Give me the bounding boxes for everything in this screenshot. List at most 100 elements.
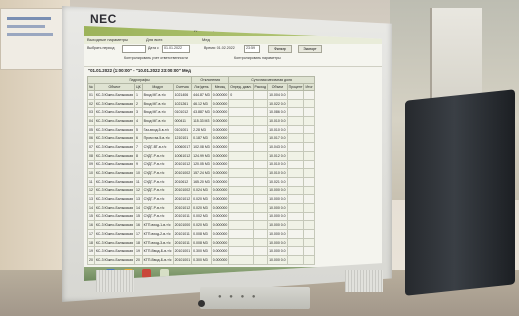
column-header[interactable]: № [87,83,95,91]
menu-item[interactable]: Мед [202,37,210,42]
table-cell: 10.000 0.0 [267,255,288,265]
table-cell [252,202,269,213]
table-cell [286,150,305,161]
table-cell: 1021406 [172,90,193,100]
checkbox-responsibility[interactable]: Контролировать учет ответственности [124,56,188,60]
date-from-input[interactable]: 01.01.2022 [162,45,190,53]
table-cell [252,220,269,230]
table-cell [228,246,254,257]
table-row[interactable]: 19 КС-3 Южно-Балыкская 19 КТП-Ввод-Б-в-т/с 2… [87,246,315,257]
table-row[interactable]: 12 КС-3 Южно-Балыкская 12 СУДГ-Р-в-т/с 20101… [87,185,315,196]
table-row[interactable]: 03 КС-3 Южно-Балыкская 3 Вход МГ-в-т/с 01010… [87,107,315,118]
table-cell [286,255,305,265]
table-row[interactable]: 13 КС-3 Южно-Балыкская 13 СУДГ-Р-в-т/с 20101… [87,194,315,204]
table-cell: КС-3 Южно-Балыкская [93,133,136,144]
table-cell [303,202,315,213]
table-cell: 115.33 М3 [191,116,212,126]
table-cell [303,159,315,170]
table-cell: 10.000 0.0 [267,202,288,213]
column-header[interactable]: Счетчик [172,83,193,91]
table-cell: 10.000 0.0 [267,220,288,230]
table-row[interactable]: 16 КС-3 Южно-Балыкская 16 КТП-вход-1-в-т/с 2… [87,220,315,230]
table-cell: 10.017 0.0 [267,133,288,144]
table-row[interactable]: 07 КС-3 Южно-Балыкская 7 СУДГ-ВТ-в-т/с 10060… [87,142,315,152]
table-cell: 46.12 М3 [191,98,212,109]
table-row[interactable]: 15 КС-3 Южно-Балыкская 15 СУДГ-Р-в-т/с 20101… [87,211,315,222]
table-cell: 20101012 [172,194,193,204]
column-header[interactable]: Расход [252,83,269,91]
table-row[interactable]: 11 КС-3 Южно-Балыкская 11 СУДГ-Р-в-т/с 20106… [87,176,315,187]
table-cell: СУДГ-Р-в-т/с [141,194,174,204]
table-cell: 0.008 М3 [191,237,212,248]
table-row[interactable]: 09 КС-3 Южно-Балыкская 9 СУДГ-Р-в-т/с 201010… [87,159,315,170]
time-input[interactable]: 23:59 [244,45,260,53]
table-cell: 0101001 [172,124,193,135]
table-cell: КС-3 Южно-Балыкская [93,229,136,239]
table-row[interactable]: 08 КС-3 Южно-Балыкская 8 СУДГ-Р-в-т/с 100610… [87,150,315,161]
column-header[interactable]: Процент [286,83,305,91]
column-header[interactable]: ЦК [134,83,143,91]
column-header[interactable]: Итог [303,83,315,91]
table-row[interactable]: 10 КС-3 Южно-Балыкская 10 СУДГ-Р-в-т/с 20101… [87,168,315,178]
table-cell: СУДГ-Р-в-т/с [141,202,174,213]
power-button[interactable] [198,300,205,307]
table-cell: 10.010 0.0 [267,116,288,126]
column-header[interactable]: Объем [267,83,288,91]
export-button[interactable]: Экспорт [298,45,322,53]
table-cell: 124.99 М3 [191,150,212,161]
filter-button[interactable]: Фильтр [268,45,292,53]
table-cell [228,211,254,222]
checkbox-parameters[interactable]: Контролировать параметры [234,56,281,60]
table-cell: СУДГ-Р-в-т/с [141,168,174,178]
table-cell: 15 [87,211,95,222]
table-cell [286,202,305,213]
monitor: NEC Диспетчерская ПК ОТТЭ - \\.\Otraspdi… [0,0,519,316]
menu-item[interactable]: Выходные параметры [87,37,128,42]
table-cell [286,116,305,126]
table-cell [286,133,305,144]
table-row[interactable]: 17 КС-3 Южно-Балыкская 17 КТП-вход-2-в-т/с 2… [87,229,315,239]
table-row[interactable]: 14 КС-3 Южно-Балыкская 14 СУДГ-Р-в-т/с 20101… [87,202,315,213]
period-select[interactable] [122,45,146,53]
table-cell [228,220,254,230]
table-cell [303,229,315,239]
table-cell [252,116,269,126]
monitor-buttons[interactable]: ● ● ● ● [218,294,259,300]
table-cell: 6 [134,133,143,144]
table-cell: 20101000 [172,220,193,230]
table-cell: 0.000000 [210,220,230,230]
group-header: Отклонения [191,76,230,84]
table-cell: 0.000000 [210,229,230,239]
table-cell: 20101002 [172,168,193,178]
table-cell [252,237,269,248]
table-cell [252,133,269,144]
column-header[interactable]: Опред. давл. [228,83,254,91]
table-row[interactable]: 20 КС-3 Южно-Балыкская 20 КТП-Ввод-Б-в-т/с 2… [87,255,315,265]
table-row[interactable]: 18 КС-3 Южно-Балыкская 18 КТП-вход-3-в-т/с 2… [87,237,315,248]
table-cell: 0.300 М3 [191,246,212,257]
column-header[interactable]: Объект [93,83,136,91]
column-header[interactable]: Месяц [210,83,230,91]
table-cell: 0.000000 [210,150,230,161]
table-cell [286,220,305,230]
table-cell: 0101012 [172,107,193,118]
table-row[interactable]: 01 КС-3 Южно-Балыкская 1 Вход МГ-в-т/с 10214… [87,90,315,100]
table-cell: СУДГ-Р-в-т/с [141,150,174,161]
table-row[interactable]: 02 КС-3 Южно-Балыкская 2 Вход МГ-в-т/с 10212… [87,98,315,109]
table-row[interactable]: 06 КС-3 Южно-Балыкская 6 Пром газ-5-в-т/с 12… [87,133,315,144]
table-cell: 0.000000 [210,90,230,100]
table-row[interactable]: 05 КС-3 Южно-Балыкская 5 Газ-вход-5-в-т/с 01… [87,124,315,135]
table-cell [252,211,269,222]
table-cell: 04 [87,116,95,126]
table-cell: КС-3 Южно-Балыкская [93,142,136,152]
table-row[interactable]: 04 КС-3 Южно-Балыкская 4 Вход МГ-в-т/с 00041… [87,116,315,126]
app-icon[interactable] [142,269,151,278]
table-cell [228,194,254,204]
column-header[interactable]: Лог/день [191,83,212,91]
time-value: 23:59 [246,46,255,50]
table-cell [303,246,315,257]
column-header[interactable]: Модул [141,83,174,91]
table-cell [303,185,315,196]
menu-item[interactable]: Для всех [146,37,163,42]
table-cell: 10.000 0.0 [267,194,288,204]
